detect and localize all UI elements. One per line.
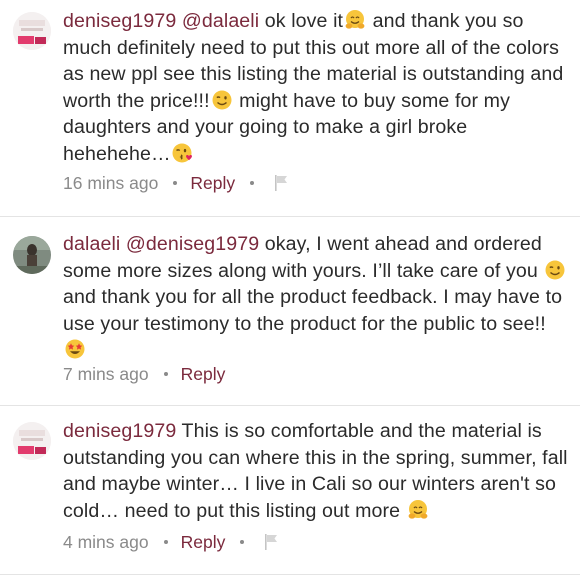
- comment-timestamp: 7 mins ago: [63, 364, 149, 384]
- reply-link[interactable]: Reply: [181, 532, 226, 552]
- separator-dot: [250, 181, 255, 185]
- comment-mention[interactable]: @deniseg1979: [126, 233, 259, 255]
- comment-username[interactable]: dalaeli: [63, 233, 120, 255]
- comment-text: and thank you for all the product feedba…: [63, 286, 563, 335]
- separator-dot: [163, 540, 168, 544]
- flag-icon[interactable]: [273, 174, 291, 192]
- flag-icon[interactable]: [263, 533, 281, 551]
- comment-meta: 16 mins ago Reply: [63, 171, 291, 195]
- comment-username[interactable]: deniseg1979: [63, 420, 176, 442]
- winking-face-emoji: [545, 260, 565, 279]
- face-blowing-kiss-emoji: [172, 143, 192, 162]
- divider: [0, 405, 580, 406]
- separator-dot: [173, 181, 178, 185]
- winking-face-emoji: [212, 90, 232, 109]
- comment-feed: deniseg1979 @dalaeli ok love it and than…: [0, 0, 580, 580]
- reply-link[interactable]: Reply: [181, 364, 226, 384]
- divider: [0, 574, 580, 575]
- avatar[interactable]: [13, 422, 51, 460]
- hugging-face-emoji: [345, 10, 365, 29]
- separator-dot: [240, 540, 245, 544]
- separator-dot: [163, 372, 168, 376]
- comment-timestamp: 16 mins ago: [63, 173, 159, 193]
- comment-mention[interactable]: @dalaeli: [182, 10, 259, 32]
- divider: [0, 216, 580, 217]
- star-struck-emoji: [65, 339, 85, 359]
- comment-timestamp: 4 mins ago: [63, 532, 149, 552]
- comment-text: ok love it: [259, 10, 344, 32]
- comment-username[interactable]: deniseg1979: [63, 10, 176, 32]
- comment-meta: 7 mins ago Reply: [63, 362, 225, 386]
- reply-link[interactable]: Reply: [190, 173, 235, 193]
- hugging-face-emoji: [408, 499, 428, 519]
- avatar[interactable]: [13, 12, 51, 50]
- avatar[interactable]: [13, 236, 51, 274]
- comment-meta: 4 mins ago Reply: [63, 530, 281, 554]
